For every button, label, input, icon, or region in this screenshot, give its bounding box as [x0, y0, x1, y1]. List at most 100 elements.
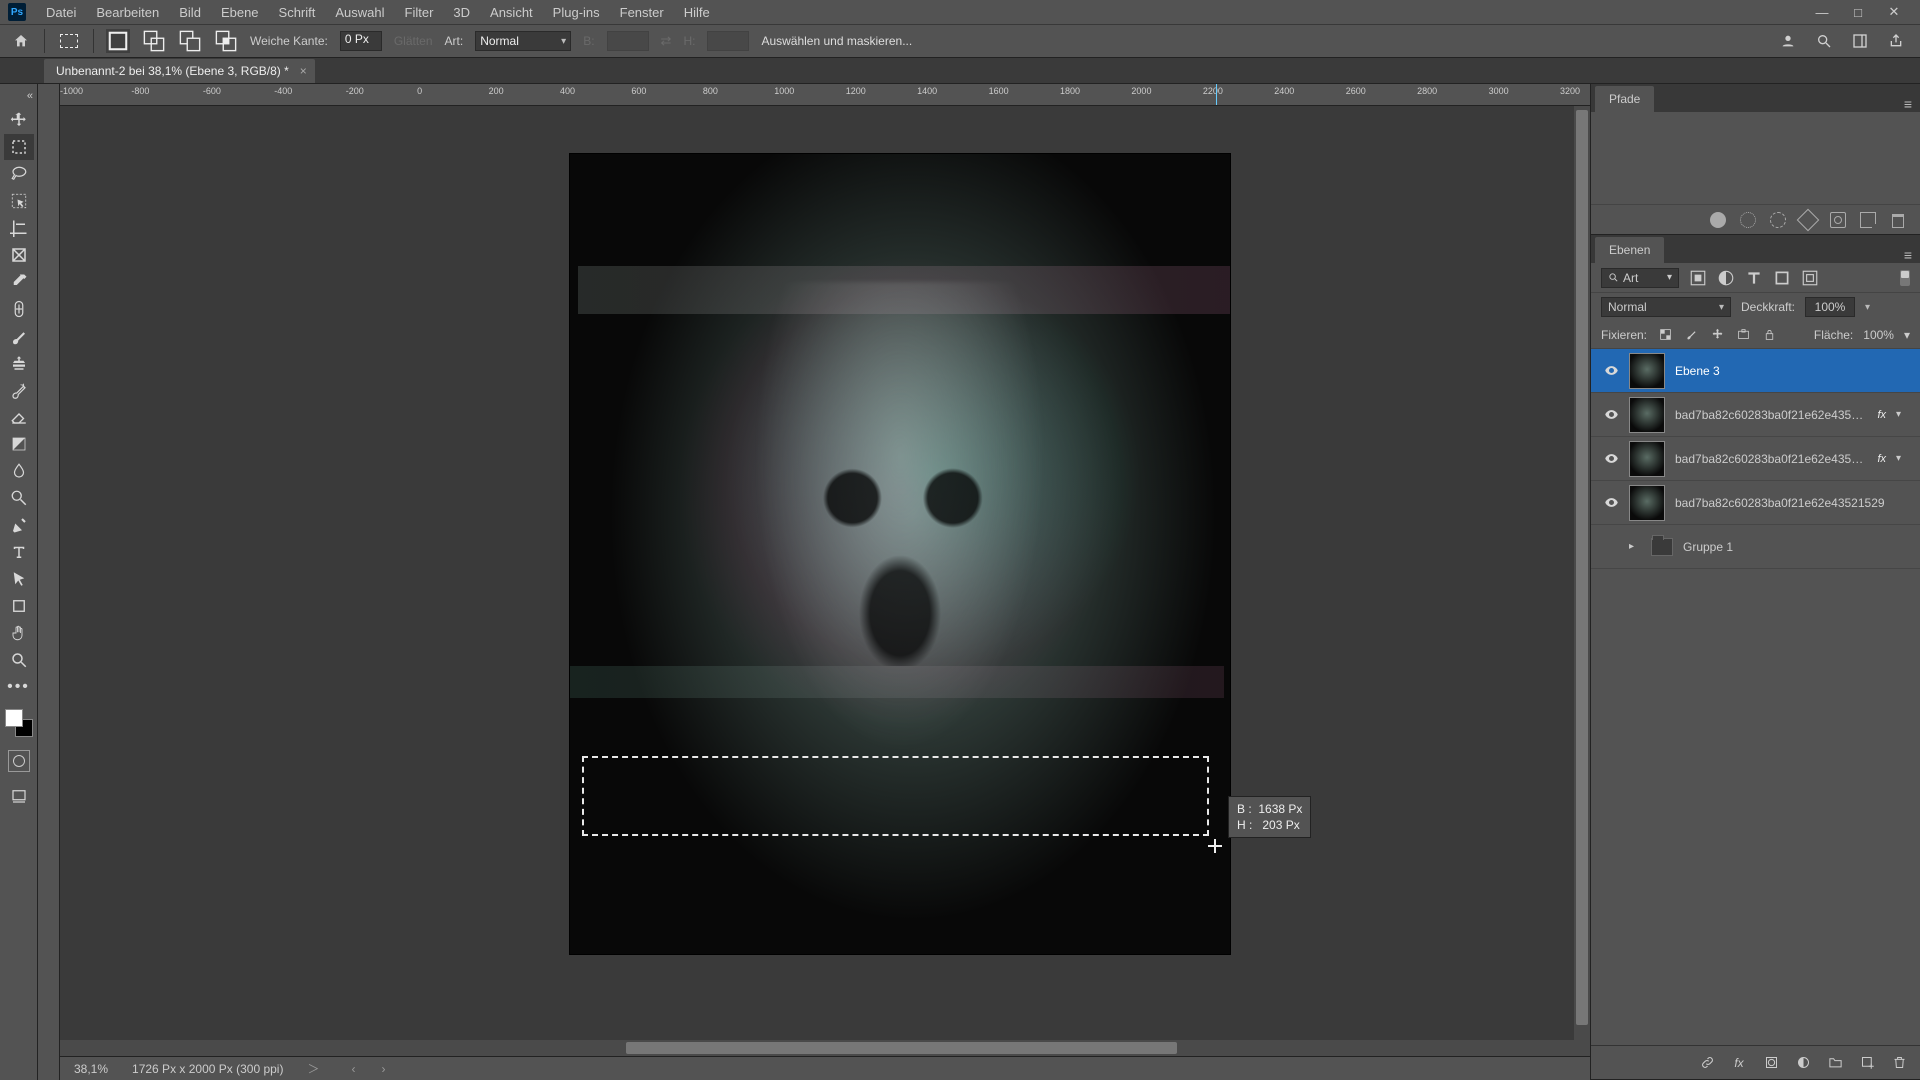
- new-path-button[interactable]: [1860, 212, 1876, 228]
- history-brush-tool[interactable]: [4, 377, 34, 403]
- status-nav-right[interactable]: ›: [381, 1062, 387, 1076]
- crop-tool[interactable]: [4, 215, 34, 241]
- status-menu-arrow[interactable]: ＞: [307, 1060, 321, 1077]
- lock-artboard-nesting-button[interactable]: [1735, 327, 1751, 343]
- menu-ansicht[interactable]: Ansicht: [480, 5, 543, 20]
- layer-row[interactable]: ▸ Gruppe 1: [1591, 525, 1920, 569]
- select-and-mask-button[interactable]: Auswählen und maskieren...: [761, 34, 912, 48]
- pen-tool[interactable]: [4, 512, 34, 538]
- menu-schrift[interactable]: Schrift: [269, 5, 326, 20]
- filter-smart-object-button[interactable]: [1801, 269, 1819, 287]
- feather-input[interactable]: 0 Px: [340, 31, 382, 51]
- lasso-tool[interactable]: [4, 161, 34, 187]
- style-dropdown[interactable]: Normal▾: [475, 31, 571, 51]
- fill-path-button[interactable]: [1710, 212, 1726, 228]
- new-group-button[interactable]: [1826, 1054, 1844, 1072]
- status-zoom[interactable]: 38,1%: [74, 1062, 108, 1076]
- paths-panel-tab[interactable]: Pfade: [1595, 86, 1654, 112]
- status-doc-info[interactable]: 1726 Px x 2000 Px (300 ppi): [132, 1062, 283, 1076]
- layer-visibility-toggle[interactable]: [1603, 363, 1619, 379]
- gradient-tool[interactable]: [4, 431, 34, 457]
- opacity-input[interactable]: 100%: [1805, 297, 1855, 317]
- menu-auswahl[interactable]: Auswahl: [325, 5, 394, 20]
- type-tool[interactable]: [4, 539, 34, 565]
- layer-row[interactable]: bad7ba82c60283ba0f21e62e43521529 Kopie 4…: [1591, 393, 1920, 437]
- home-button[interactable]: [10, 30, 32, 52]
- filter-shape-layers-button[interactable]: [1773, 269, 1791, 287]
- menu-bearbeiten[interactable]: Bearbeiten: [86, 5, 169, 20]
- document-tab-close-button[interactable]: ×: [300, 64, 307, 78]
- eyedropper-tool[interactable]: [4, 269, 34, 295]
- layer-fx-badge[interactable]: fx: [1877, 409, 1886, 421]
- fill-input[interactable]: 100%: [1863, 328, 1894, 342]
- tool-preset-picker[interactable]: [57, 29, 81, 53]
- clone-stamp-tool[interactable]: [4, 350, 34, 376]
- layer-fx-expand[interactable]: ▾: [1896, 453, 1908, 464]
- layers-filter-kind-dropdown[interactable]: Art▾: [1601, 268, 1679, 288]
- lock-position-button[interactable]: [1709, 327, 1725, 343]
- object-select-tool[interactable]: [4, 188, 34, 214]
- link-layers-button[interactable]: [1698, 1054, 1716, 1072]
- share-button[interactable]: [1886, 31, 1906, 51]
- menu-filter[interactable]: Filter: [395, 5, 444, 20]
- healing-brush-tool[interactable]: [4, 296, 34, 322]
- layers-panel-tab[interactable]: Ebenen: [1595, 237, 1664, 263]
- lock-transparency-button[interactable]: [1657, 327, 1673, 343]
- layer-name[interactable]: Ebene 3: [1675, 364, 1908, 378]
- selection-to-path-button[interactable]: [1797, 208, 1820, 231]
- move-tool[interactable]: [4, 107, 34, 133]
- search-button[interactable]: [1814, 31, 1834, 51]
- layer-name[interactable]: Gruppe 1: [1683, 540, 1908, 554]
- selection-add-button[interactable]: [142, 29, 166, 53]
- color-swatches[interactable]: [5, 709, 33, 737]
- canvas-horizontal-scrollbar[interactable]: [60, 1040, 1590, 1056]
- path-to-selection-button[interactable]: [1770, 212, 1786, 228]
- menu-datei[interactable]: Datei: [36, 5, 86, 20]
- shape-tool[interactable]: [4, 593, 34, 619]
- layer-row[interactable]: bad7ba82c60283ba0f21e62e43521529: [1591, 481, 1920, 525]
- quick-mask-toggle[interactable]: [8, 750, 30, 772]
- layer-name[interactable]: bad7ba82c60283ba0f21e62e43521529 Kopie 4: [1675, 408, 1867, 422]
- edit-toolbar-button[interactable]: •••: [4, 674, 34, 700]
- group-expand-arrow[interactable]: ▸: [1629, 541, 1641, 552]
- frame-tool[interactable]: [4, 242, 34, 268]
- horizontal-ruler[interactable]: -1000-800-600-400-2000200400600800100012…: [60, 84, 1590, 106]
- new-layer-button[interactable]: [1858, 1054, 1876, 1072]
- layer-fx-badge[interactable]: fx: [1877, 453, 1886, 465]
- layer-visibility-toggle[interactable]: [1603, 451, 1619, 467]
- window-minimize-button[interactable]: —: [1804, 0, 1840, 24]
- filter-type-layers-button[interactable]: [1745, 269, 1763, 287]
- layer-name[interactable]: bad7ba82c60283ba0f21e62e43521529: [1675, 496, 1908, 510]
- selection-subtract-button[interactable]: [178, 29, 202, 53]
- layer-row[interactable]: Ebene 3: [1591, 349, 1920, 393]
- filter-toggle-switch[interactable]: [1900, 270, 1910, 286]
- menu-3d[interactable]: 3D: [443, 5, 480, 20]
- screen-mode-button[interactable]: [4, 783, 34, 809]
- new-adjustment-layer-button[interactable]: [1794, 1054, 1812, 1072]
- canvas-viewport[interactable]: B : 1638 Px H : 203 Px 38,1% 1726 Px x 2…: [60, 106, 1590, 1080]
- opacity-slider-handle[interactable]: ▾: [1865, 302, 1870, 313]
- lock-all-button[interactable]: [1761, 327, 1777, 343]
- fill-slider-handle[interactable]: ▾: [1904, 328, 1910, 342]
- marquee-tool[interactable]: [4, 134, 34, 160]
- delete-path-button[interactable]: [1890, 212, 1906, 228]
- menu-fenster[interactable]: Fenster: [610, 5, 674, 20]
- zoom-tool[interactable]: [4, 647, 34, 673]
- filter-adjustment-layers-button[interactable]: [1717, 269, 1735, 287]
- layer-visibility-toggle[interactable]: [1603, 407, 1619, 423]
- blur-tool[interactable]: [4, 458, 34, 484]
- layers-panel-menu-button[interactable]: ≡: [1896, 247, 1920, 263]
- menu-plugins[interactable]: Plug-ins: [543, 5, 610, 20]
- menu-ebene[interactable]: Ebene: [211, 5, 269, 20]
- status-nav-left[interactable]: ‹: [351, 1062, 357, 1076]
- hand-tool[interactable]: [4, 620, 34, 646]
- delete-layer-button[interactable]: [1890, 1054, 1908, 1072]
- layer-visibility-toggle[interactable]: [1603, 495, 1619, 511]
- eraser-tool[interactable]: [4, 404, 34, 430]
- path-select-tool[interactable]: [4, 566, 34, 592]
- add-mask-button[interactable]: [1762, 1054, 1780, 1072]
- dodge-tool[interactable]: [4, 485, 34, 511]
- layer-fx-expand[interactable]: ▾: [1896, 409, 1908, 420]
- stroke-path-button[interactable]: [1740, 212, 1756, 228]
- layer-style-button[interactable]: fx: [1730, 1054, 1748, 1072]
